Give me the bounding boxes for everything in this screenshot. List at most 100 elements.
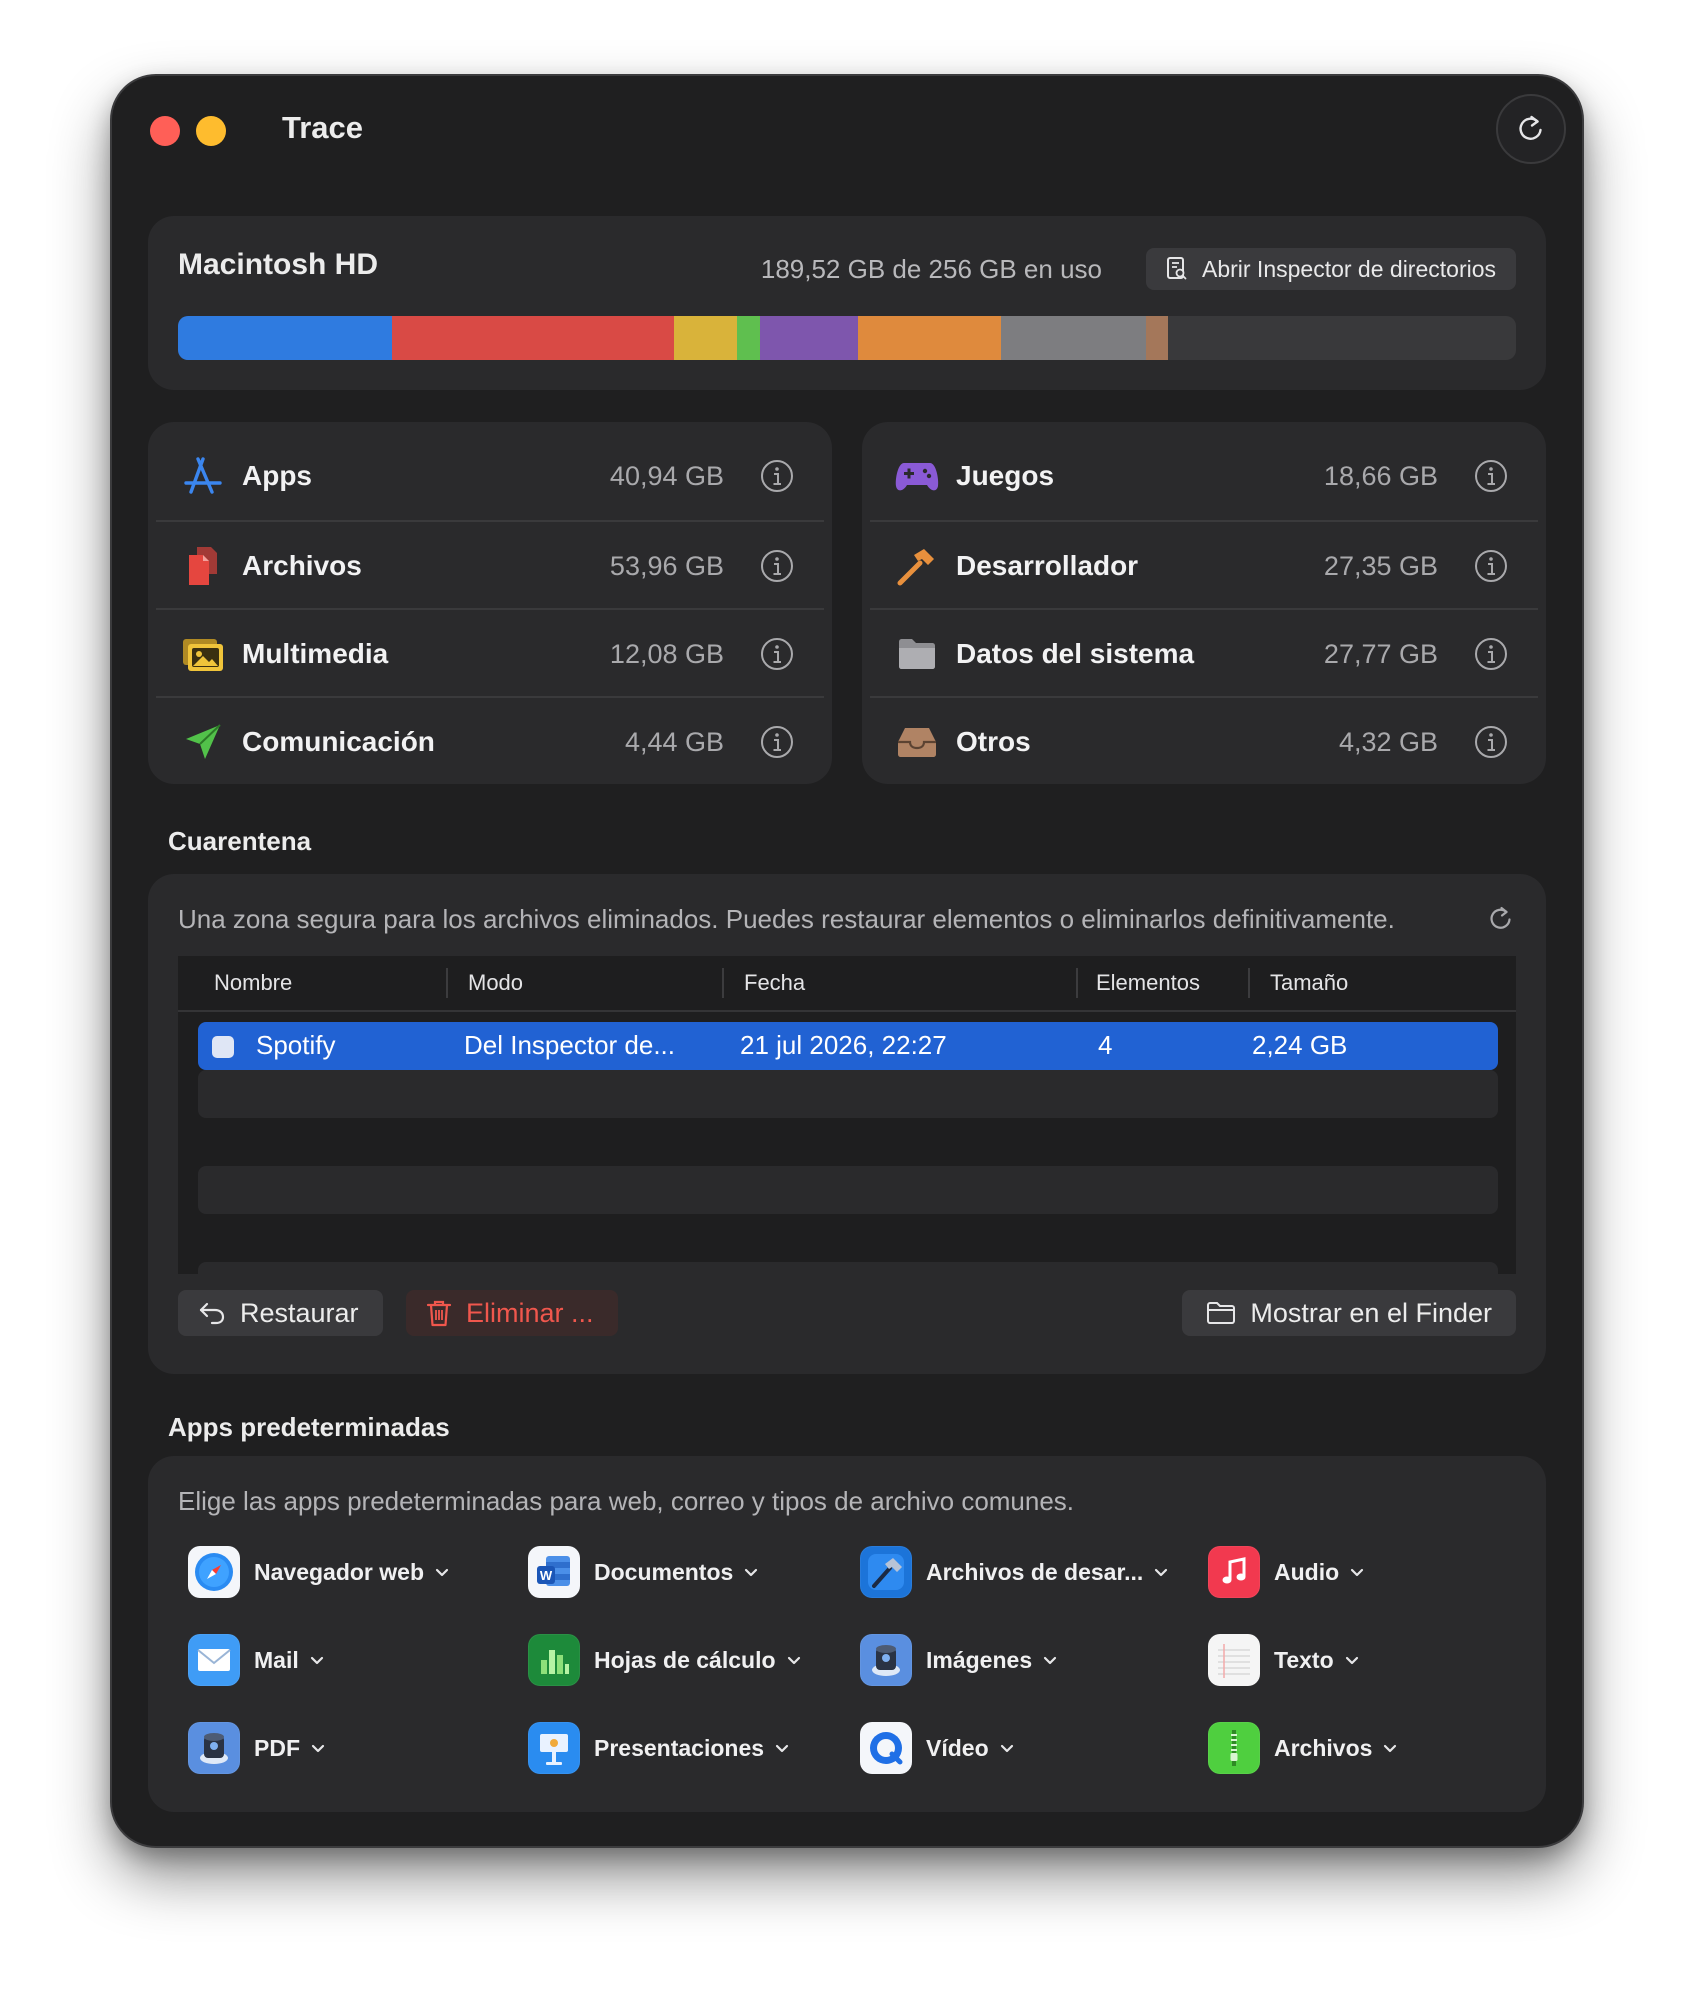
info-icon[interactable] — [1474, 725, 1508, 759]
delete-button-label: Eliminar ... — [466, 1297, 594, 1328]
documents-icon — [180, 543, 226, 589]
category-row-multimedia[interactable]: Multimedia 12,08 GB — [156, 610, 824, 698]
column-divider — [1076, 968, 1078, 998]
info-icon[interactable] — [1474, 459, 1508, 493]
info-icon[interactable] — [760, 459, 794, 493]
undo-arrow-icon — [199, 1302, 225, 1325]
mail-icon — [188, 1634, 240, 1686]
column-header-elementos[interactable]: Elementos — [1096, 970, 1200, 996]
usage-segment-archivos — [391, 316, 674, 360]
default-app-label: Archivos de desar... — [926, 1558, 1144, 1585]
quarantine-section-title: Cuarentena — [168, 826, 312, 856]
default-app-label: Navegador web — [254, 1558, 424, 1585]
category-size: 27,35 GB — [1323, 550, 1438, 581]
categories-left-card: Apps 40,94 GB Archivos 53,96 GB Multimed… — [148, 422, 832, 784]
default-app-documents[interactable]: W Documentos — [528, 1546, 759, 1598]
category-row-apps[interactable]: Apps 40,94 GB — [156, 432, 824, 520]
category-label: Datos del sistema — [956, 638, 1195, 669]
category-row-archivos[interactable]: Archivos 53,96 GB — [156, 522, 824, 610]
keynote-icon — [528, 1722, 580, 1774]
column-divider — [446, 968, 448, 998]
category-label: Multimedia — [242, 638, 389, 669]
category-label: Apps — [242, 460, 312, 491]
inspector-button-label: Abrir Inspector de directorios — [1201, 255, 1496, 282]
trash-icon — [426, 1300, 452, 1327]
default-app-label: Audio — [1274, 1558, 1340, 1585]
open-directory-inspector-button[interactable]: Abrir Inspector de directorios — [1145, 248, 1516, 290]
category-row-otros[interactable]: Otros 4,32 GB — [870, 698, 1538, 786]
default-app-label: Documentos — [594, 1558, 734, 1585]
column-header-modo[interactable]: Modo — [468, 970, 523, 996]
info-icon[interactable] — [760, 637, 794, 671]
default-app-spreadsheets[interactable]: Hojas de cálculo — [528, 1634, 802, 1686]
default-app-images[interactable]: Imágenes — [860, 1634, 1058, 1686]
chevron-down-icon — [1384, 1744, 1397, 1753]
title-bar: Trace — [112, 76, 1582, 186]
default-app-archives[interactable]: Archivos — [1208, 1722, 1398, 1774]
cell-name: Spotify — [256, 1030, 336, 1060]
refresh-icon[interactable] — [1486, 904, 1516, 934]
default-app-mail[interactable]: Mail — [188, 1634, 325, 1686]
quarantine-description: Una zona segura para los archivos elimin… — [178, 904, 1395, 934]
category-row-comunicacion[interactable]: Comunicación 4,44 GB — [156, 698, 824, 786]
restore-button[interactable]: Restaurar — [178, 1290, 383, 1336]
close-button[interactable] — [150, 116, 180, 146]
info-icon[interactable] — [760, 549, 794, 583]
folder-icon — [894, 631, 940, 677]
refresh-button[interactable] — [1496, 94, 1566, 164]
usage-segment-juegos — [760, 316, 858, 360]
usage-segment-multimedia — [673, 316, 738, 360]
chevron-down-icon — [435, 1568, 449, 1577]
app-store-icon — [180, 453, 226, 499]
usage-segment-otros — [1145, 316, 1169, 360]
default-apps-card: Elige las apps predeterminadas para web,… — [148, 1456, 1546, 1812]
default-app-web-browser[interactable]: Navegador web — [188, 1546, 450, 1598]
show-in-finder-button[interactable]: Mostrar en el Finder — [1182, 1290, 1516, 1336]
minimize-button[interactable] — [196, 116, 226, 146]
disk-name: Macintosh HD — [178, 248, 379, 281]
textedit-icon — [1208, 1634, 1260, 1686]
column-header-nombre[interactable]: Nombre — [214, 970, 292, 996]
info-icon[interactable] — [760, 725, 794, 759]
category-row-desarrollador[interactable]: Desarrollador 27,35 GB — [870, 522, 1538, 610]
default-app-audio[interactable]: Audio — [1208, 1546, 1365, 1598]
tray-icon — [894, 719, 940, 765]
chevron-down-icon — [1044, 1656, 1057, 1665]
category-size: 4,44 GB — [624, 726, 724, 757]
info-icon[interactable] — [1474, 637, 1508, 671]
column-divider — [1248, 968, 1250, 998]
folder-icon — [1207, 1302, 1236, 1324]
disk-usage-card: Macintosh HD 189,52 GB de 256 GB en uso … — [148, 216, 1546, 390]
preview-icon — [188, 1722, 240, 1774]
show-in-finder-label: Mostrar en el Finder — [1250, 1297, 1492, 1328]
column-header-tamano[interactable]: Tamaño — [1270, 970, 1348, 996]
info-icon[interactable] — [1474, 549, 1508, 583]
row-checkbox[interactable] — [212, 1036, 234, 1058]
default-app-pdf[interactable]: PDF — [188, 1722, 326, 1774]
default-app-developer-files[interactable]: Archivos de desar... — [860, 1546, 1169, 1598]
default-app-video[interactable]: Vídeo — [860, 1722, 1015, 1774]
refresh-icon — [1519, 115, 1542, 140]
cell-size: 2,24 GB — [1252, 1030, 1348, 1060]
category-row-juegos[interactable]: Juegos 18,66 GB — [870, 432, 1538, 520]
app-window: Trace Macintosh HD 189,52 GB de 256 GB e… — [112, 76, 1582, 1846]
category-row-datos-del-sistema[interactable]: Datos del sistema 27,77 GB — [870, 610, 1538, 698]
delete-button[interactable]: Eliminar ... — [406, 1290, 618, 1336]
empty-table-row — [198, 1262, 1498, 1274]
table-row[interactable]: Spotify Del Inspector de... 21 jul 2026,… — [198, 1022, 1498, 1070]
chevron-down-icon — [1351, 1568, 1364, 1577]
column-header-fecha[interactable]: Fecha — [744, 970, 805, 996]
default-app-label: Archivos — [1274, 1734, 1373, 1761]
quarantine-card: Una zona segura para los archivos elimin… — [148, 874, 1546, 1374]
inspector-icon — [1166, 257, 1187, 280]
empty-table-row — [198, 1166, 1498, 1214]
default-app-presentations[interactable]: Presentaciones — [528, 1722, 790, 1774]
svg-text:W: W — [540, 1568, 553, 1583]
disk-usage-text: 189,52 GB de 256 GB en uso — [760, 254, 1102, 284]
default-app-text[interactable]: Texto — [1208, 1634, 1360, 1686]
category-label: Comunicación — [242, 726, 435, 757]
usage-segment-desarrollador — [857, 316, 1001, 360]
gamepad-icon — [894, 453, 940, 499]
empty-table-row — [198, 1070, 1498, 1118]
default-app-label: Imágenes — [926, 1646, 1033, 1673]
